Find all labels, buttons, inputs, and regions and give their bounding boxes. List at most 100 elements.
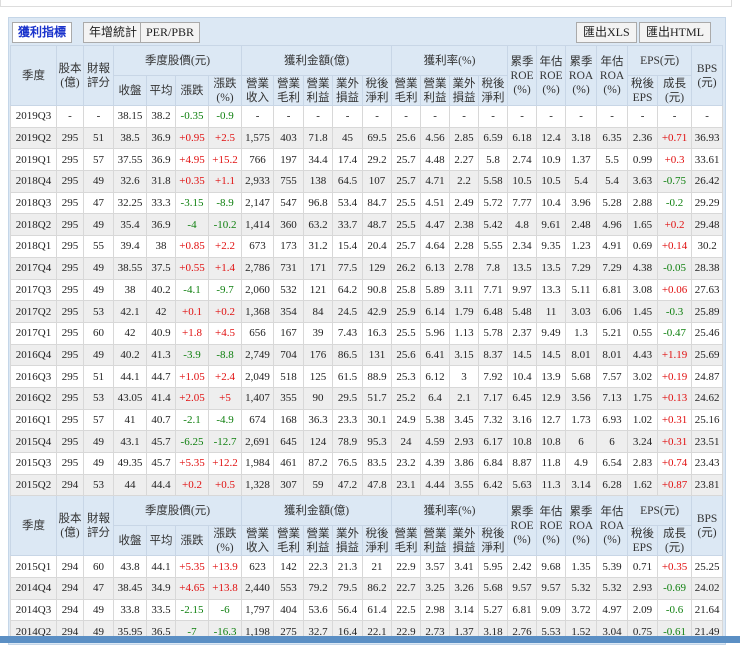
value-cell: 2.42 (507, 555, 538, 579)
value-cell: 42 (113, 321, 147, 345)
column-subheader: 收盤 (113, 75, 147, 106)
value-cell: 4.44 (420, 473, 451, 497)
value-cell: 6.14 (420, 300, 451, 323)
value-cell: -0.35 (175, 105, 209, 128)
quarter-cell: 2017Q1 (10, 321, 57, 345)
value-cell: 766 (241, 148, 275, 172)
table-row: 2019Q2 295 51 38.5 36.9 +0.95 +2.5 1,575 403 71.8… (10, 126, 724, 150)
column-subheader: 稅後 淨利 (478, 525, 509, 557)
value-cell: - (56, 105, 84, 128)
value-cell: 87.2 (303, 452, 334, 475)
header-row-group: 季度 股本 (億) 財報 評分 季度股價(元) 獲利金額(億) 獲利率(%) 累季 ROE … (10, 45, 724, 106)
value-cell: 2.1 (449, 386, 480, 410)
value-cell: 6.35 (596, 126, 629, 150)
value-cell: 5.4 (596, 170, 629, 193)
value-cell: 69.5 (362, 126, 393, 150)
value-cell: - (83, 105, 114, 128)
value-cell: 53.4 (332, 191, 364, 215)
value-cell: 1.13 (449, 321, 480, 345)
value-cell: 6.81 (507, 598, 538, 622)
value-cell: +0.2 (657, 213, 693, 237)
value-cell: 49 (83, 170, 114, 193)
value-cell: 6.59 (478, 126, 509, 150)
value-cell: 33.8 (113, 598, 147, 622)
column-header: 累季 ROE (%) (507, 495, 538, 557)
value-cell: -10.2 (207, 213, 243, 237)
value-cell: -0.9 (207, 105, 243, 128)
value-cell: 7.13 (596, 386, 629, 410)
value-cell: - (420, 105, 451, 128)
value-cell: +1.1 (207, 170, 243, 193)
value-cell: 27.63 (691, 278, 724, 302)
column-subheader: 營業 毛利 (273, 525, 305, 557)
value-cell: 24.87 (691, 365, 724, 388)
value-cell: 3.03 (565, 300, 598, 323)
value-cell: 9.68 (536, 555, 567, 579)
value-cell: 167 (273, 321, 305, 345)
value-cell: 7.29 (565, 256, 598, 280)
value-cell: +0.3 (657, 148, 693, 172)
export-html-button[interactable]: 匯出HTML (639, 22, 711, 43)
value-cell: -0.75 (657, 170, 693, 193)
quarter-cell: 2014Q3 (10, 598, 57, 622)
value-cell: 1,575 (241, 126, 275, 150)
column-subheader: 業外 損益 (332, 75, 364, 106)
table-row: 2016Q3 295 51 44.1 44.7 +1.05 +2.4 2,049 518 125 6… (10, 365, 724, 388)
value-cell: 7.29 (596, 256, 629, 280)
quarter-cell: 2014Q4 (10, 577, 57, 600)
value-cell: +0.71 (657, 126, 693, 150)
value-cell: 25.7 (391, 170, 422, 193)
value-cell: 10.8 (507, 430, 538, 453)
value-cell: 31.2 (303, 235, 334, 258)
value-cell: 24.62 (691, 386, 724, 410)
value-cell: +12.2 (207, 452, 243, 475)
value-cell: 34.4 (303, 148, 334, 172)
value-cell: 40.7 (146, 408, 176, 432)
value-cell: 49 (83, 343, 114, 367)
value-cell: 1.37 (565, 148, 598, 172)
value-cell: 9.61 (536, 213, 567, 237)
value-cell: 355 (273, 386, 305, 410)
value-cell: 60 (83, 555, 114, 579)
table-row: 2017Q2 295 53 42.1 42 +0.1 +0.2 1,368 354 84 24.5 4… (10, 300, 724, 323)
value-cell: 532 (273, 278, 305, 302)
value-cell: 2.78 (449, 256, 480, 280)
value-cell: 673 (241, 235, 275, 258)
value-cell: 3.16 (507, 408, 538, 432)
value-cell: 29.5 (332, 386, 364, 410)
value-cell: 25.2 (391, 386, 422, 410)
value-cell: -3.9 (175, 343, 209, 367)
value-cell: 0.69 (627, 235, 659, 258)
quarter-cell: 2016Q4 (10, 343, 57, 367)
quarter-cell: 2016Q2 (10, 386, 57, 410)
value-cell: 47.2 (332, 473, 364, 497)
value-cell: 61.5 (332, 365, 364, 388)
export-xls-button[interactable]: 匯出XLS (576, 22, 637, 43)
value-cell: +2.05 (175, 386, 209, 410)
tab-per-pbr[interactable]: PER/PBR (140, 22, 201, 43)
value-cell: 1.45 (627, 300, 659, 323)
value-cell: 25.89 (691, 300, 724, 323)
value-cell: 5.48 (507, 300, 538, 323)
tab-profit-indicators[interactable]: 獲利指標 (12, 22, 73, 43)
value-cell: 38 (146, 235, 176, 258)
value-cell: 84.7 (362, 191, 393, 215)
value-cell: +0.2 (207, 300, 243, 323)
tab-annual-growth[interactable]: 年增統計 (83, 22, 144, 43)
value-cell: 5.38 (420, 408, 451, 432)
value-cell: 5.32 (596, 577, 629, 600)
value-cell: 6.4 (420, 386, 451, 410)
column-subheader: 收盤 (113, 525, 147, 557)
value-cell: 38.5 (113, 126, 147, 150)
value-cell: 645 (273, 430, 305, 453)
value-cell: 5.42 (478, 213, 509, 237)
value-cell: - (241, 105, 275, 128)
value-cell: 1,328 (241, 473, 275, 497)
profit-table: 季度 股本 (億) 財報 評分 季度股價(元) 獲利金額(億) 獲利率(%) 累季 ROE … (10, 45, 724, 644)
value-cell: 295 (56, 452, 84, 475)
value-cell: +4.95 (175, 148, 209, 172)
value-cell: 2.93 (627, 577, 659, 600)
value-cell: 142 (273, 555, 305, 579)
quarter-cell: 2015Q2 (10, 473, 57, 497)
value-cell: 6.54 (596, 452, 629, 475)
